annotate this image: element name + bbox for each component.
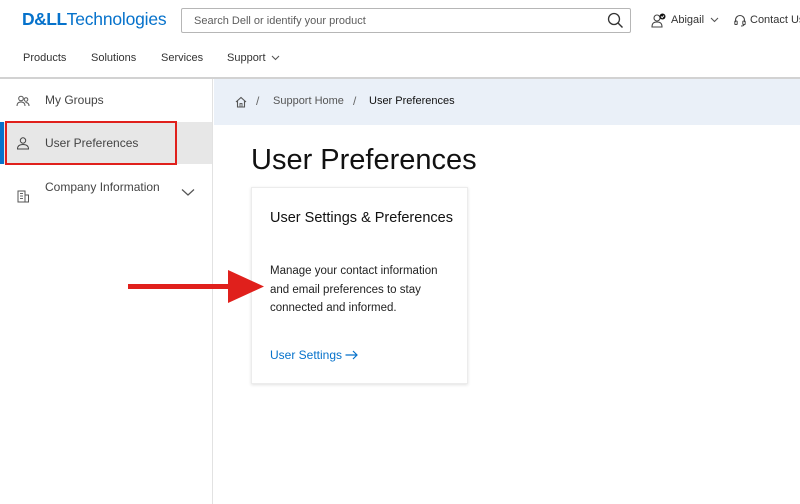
contact-us-link[interactable]: Contact Us — [734, 11, 800, 29]
sidebar-item-company-information[interactable]: Company Information — [0, 178, 212, 216]
sidebar-item-my-groups[interactable]: My Groups — [0, 91, 212, 113]
building-icon — [17, 190, 29, 203]
chevron-down-icon — [710, 17, 719, 23]
search-icon[interactable] — [607, 12, 624, 29]
nav-label: Solutions — [91, 52, 137, 64]
breadcrumb-current: User Preferences — [369, 95, 455, 107]
breadcrumb-separator: / — [353, 94, 357, 108]
home-icon[interactable] — [235, 96, 247, 108]
user-settings-link[interactable]: User Settings — [270, 348, 358, 362]
nav-label: Services — [161, 52, 204, 64]
main-nav: Products Solutions Services Support — [0, 48, 800, 70]
user-settings-card: User Settings & Preferences Manage your … — [251, 187, 468, 384]
nav-item-solutions[interactable]: Solutions — [91, 52, 136, 64]
chevron-down-icon[interactable] — [181, 188, 195, 197]
sidebar-item-label: Company Information — [45, 180, 160, 194]
user-verified-icon — [651, 13, 666, 28]
contact-us-label: Contact Us — [750, 14, 800, 26]
top-header: D&LLTechnologies Abigail — [0, 0, 800, 42]
sidebar-item-label: My Groups — [45, 93, 104, 107]
nav-item-services[interactable]: Services — [161, 52, 203, 64]
nav-label: Products — [23, 52, 67, 64]
arrow-right-icon — [345, 350, 358, 360]
nav-label: Support — [227, 52, 266, 64]
nav-item-products[interactable]: Products — [23, 52, 66, 64]
annotation-highlight-box — [5, 121, 177, 165]
breadcrumb-support-home[interactable]: Support Home — [273, 95, 344, 107]
breadcrumb: / Support Home / User Preferences — [214, 79, 800, 125]
card-title: User Settings & Preferences — [270, 210, 453, 226]
card-description: Manage your contact information and emai… — [270, 265, 438, 314]
headset-icon — [734, 14, 746, 26]
page-title: User Preferences — [251, 144, 477, 176]
logo-wordmark-light: Technologies — [66, 9, 167, 29]
account-name: Abigail — [671, 14, 705, 26]
breadcrumb-separator: / — [256, 94, 260, 108]
dell-technologies-logo[interactable]: D&LLTechnologies — [22, 9, 167, 30]
page: D&LLTechnologies Abigail — [0, 0, 800, 504]
annotation-arrow — [128, 270, 264, 303]
nav-item-support[interactable]: Support — [227, 52, 280, 64]
users-icon — [16, 95, 30, 107]
logo-wordmark-bold: D&LL — [22, 9, 67, 29]
account-menu[interactable]: Abigail — [651, 11, 719, 29]
chevron-down-icon — [271, 55, 279, 61]
search-box — [181, 8, 631, 33]
user-settings-link-label: User Settings — [270, 348, 343, 362]
search-input[interactable] — [182, 9, 602, 32]
selected-indicator — [0, 122, 4, 164]
